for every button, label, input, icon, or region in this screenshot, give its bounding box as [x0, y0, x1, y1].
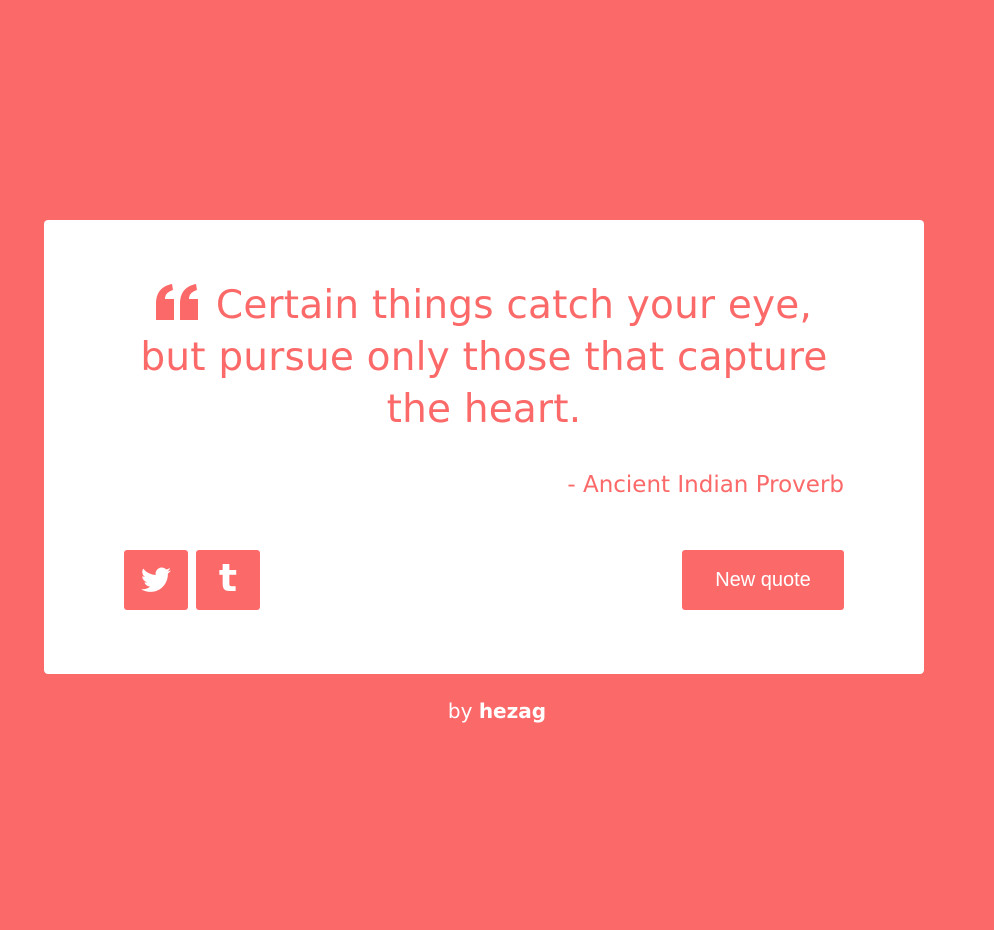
new-quote-button[interactable]: New quote	[682, 550, 844, 610]
quote-text-block: Certain things catch your eye, but pursu…	[124, 280, 844, 436]
quote-author: - Ancient Indian Proverb	[567, 472, 844, 498]
footer-prefix: by	[447, 699, 473, 723]
quote-left-icon	[155, 284, 198, 320]
tumblr-icon: t	[218, 556, 238, 600]
tweet-button[interactable]	[124, 550, 188, 610]
quote-card: Certain things catch your eye, but pursu…	[44, 220, 924, 674]
twitter-icon	[141, 567, 171, 592]
footer-credit: by hezag	[0, 698, 994, 724]
footer-author-link[interactable]: hezag	[479, 699, 546, 723]
quote-text: Certain things catch your eye, but pursu…	[140, 283, 828, 432]
tumblr-post-button[interactable]: t	[196, 550, 260, 610]
